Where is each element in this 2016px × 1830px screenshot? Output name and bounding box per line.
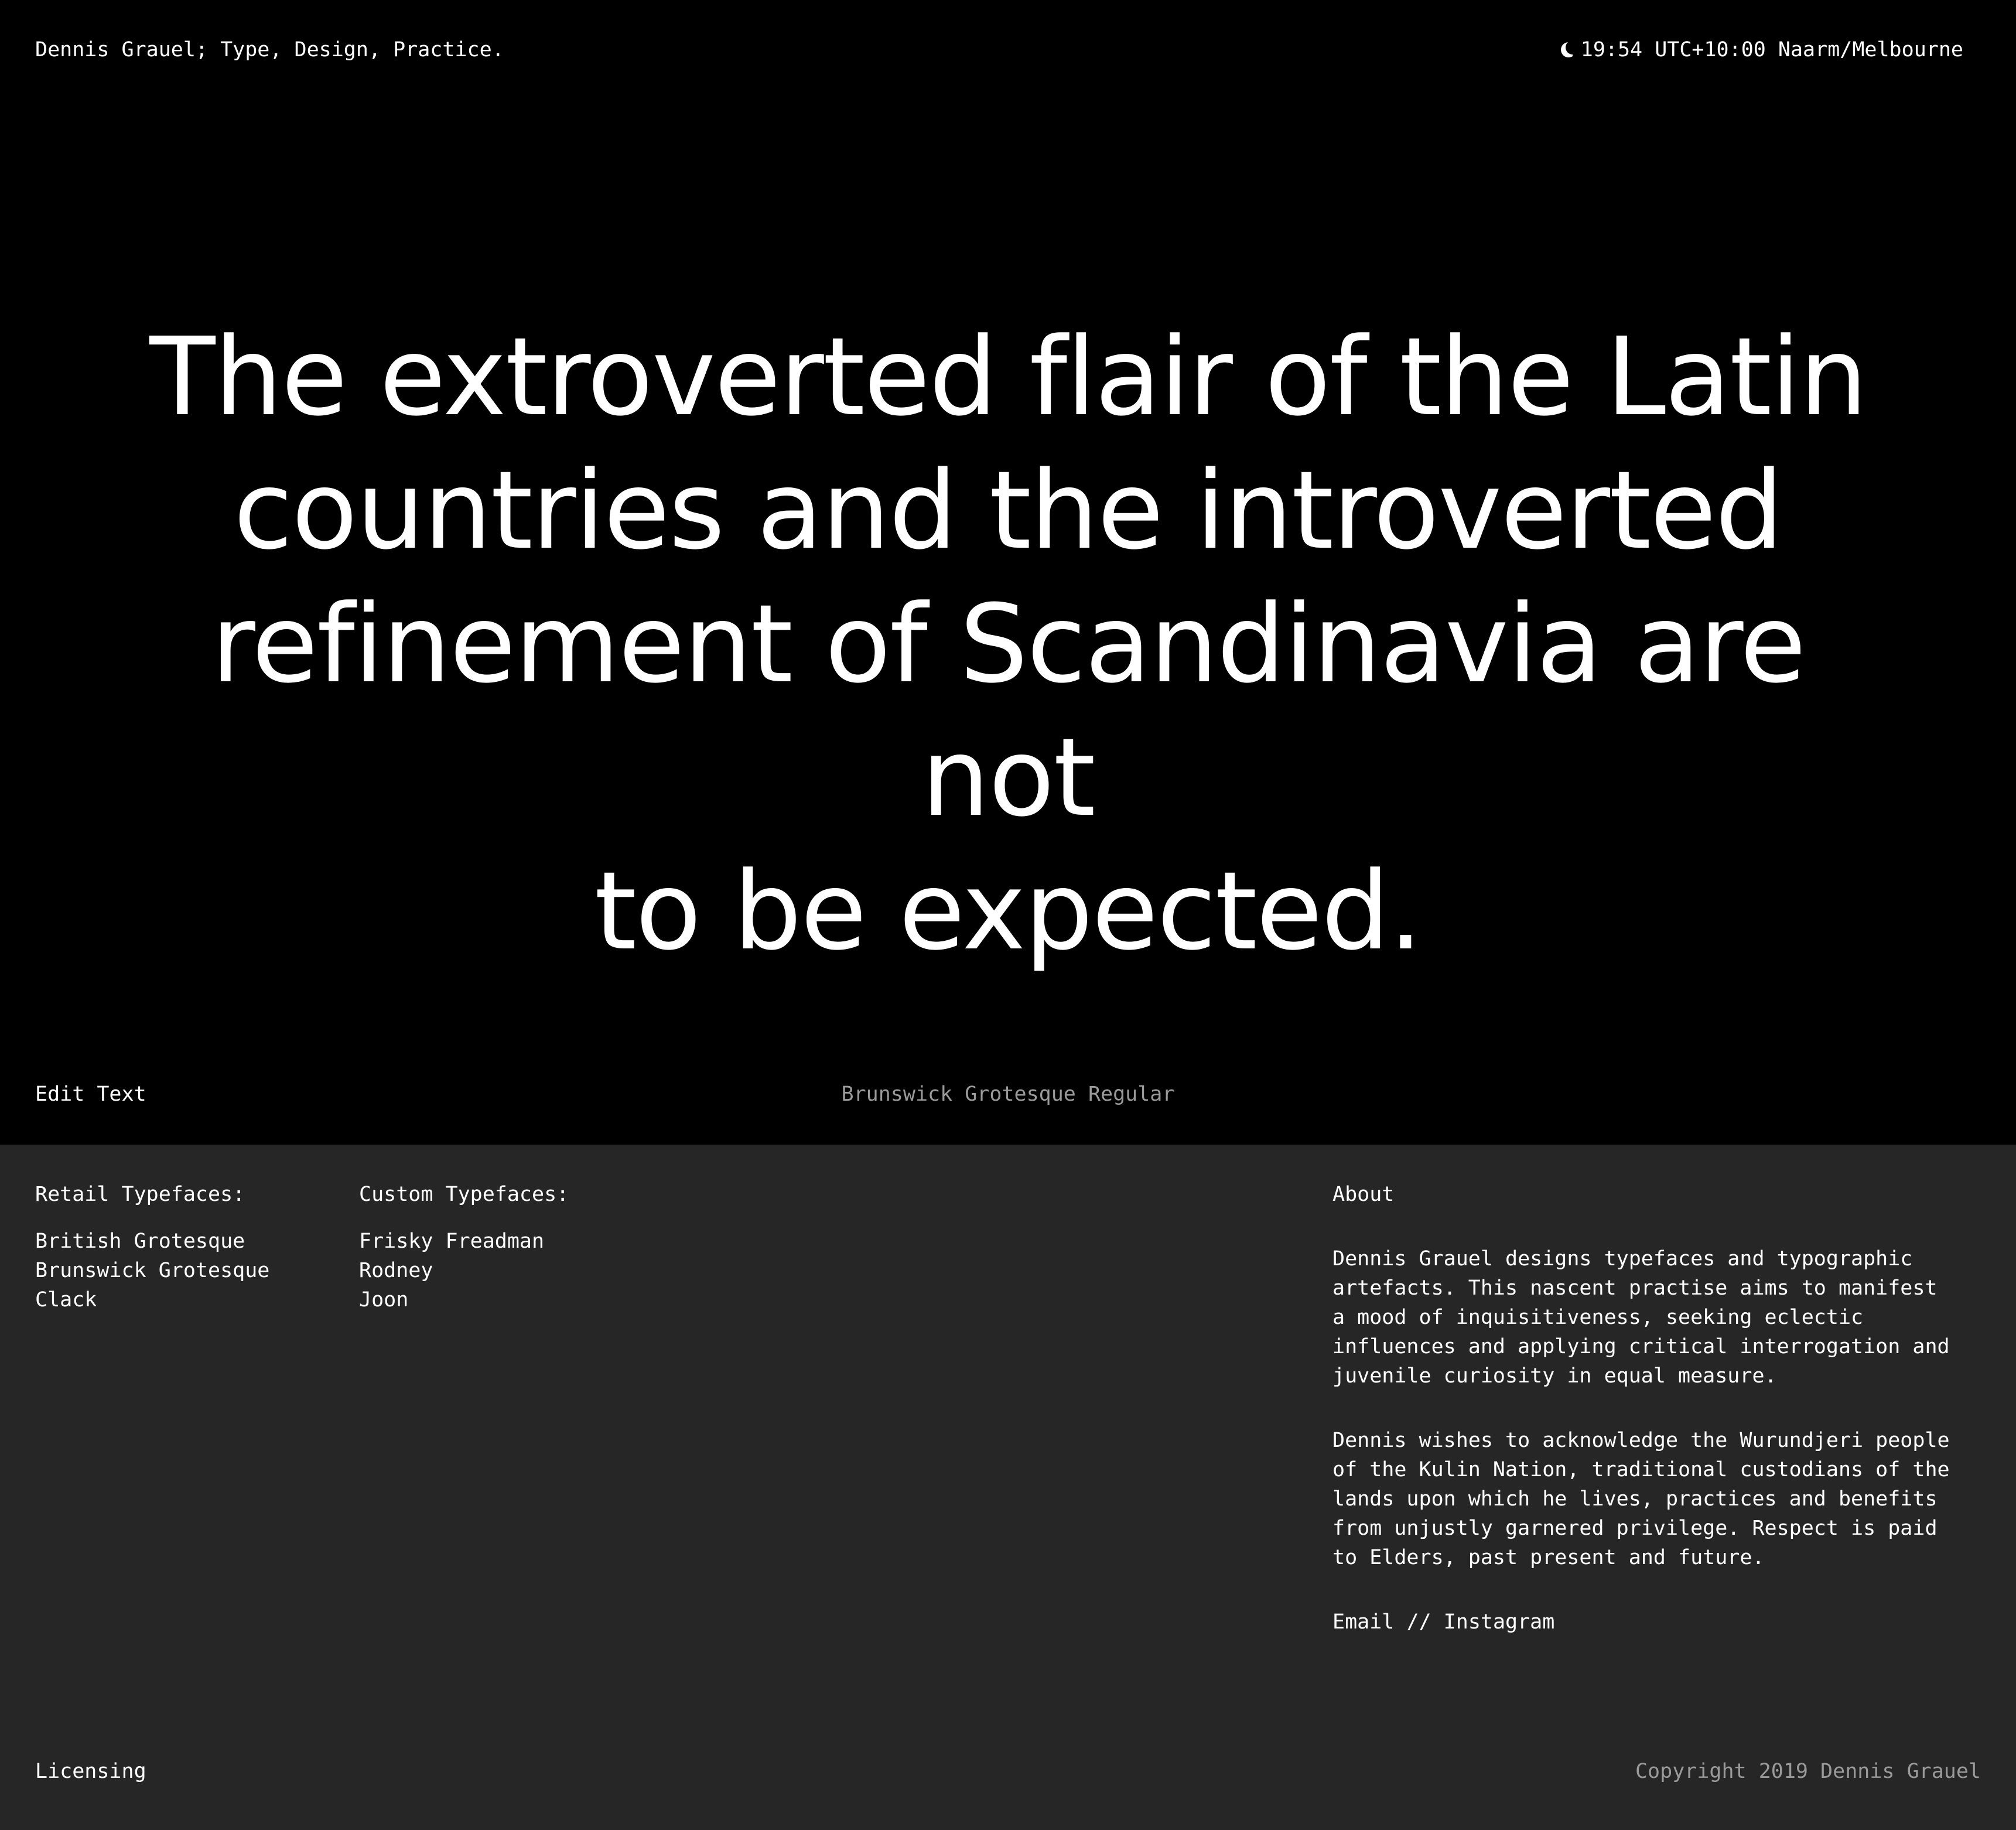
clock-text: 19:54 UTC+10:00 Naarm/Melbourne <box>1580 38 1963 62</box>
footer-section: Retail Typefaces: British Grotesque Brun… <box>0 1145 2016 1830</box>
specimen-line: refinement of Scandinavia are not <box>211 582 1806 841</box>
contact-links: Email // Instagram <box>1332 1607 1971 1637</box>
specimen-line: countries and the introverted <box>233 448 1784 573</box>
retail-typefaces-list: British Grotesque Brunswick Grotesque Cl… <box>35 1227 269 1315</box>
about-heading: About <box>1332 1183 1395 1206</box>
site-title[interactable]: Dennis Grauel; Type, Design, Practice. <box>35 35 504 64</box>
specimen-line: to be expected. <box>594 849 1423 974</box>
custom-typefaces-list: Frisky Freadman Rodney Joon <box>359 1227 569 1315</box>
custom-typefaces-heading: Custom Typefaces: <box>359 1183 569 1206</box>
link-separator: // <box>1406 1610 1431 1634</box>
acknowledgement-paragraph: Dennis wishes to acknowledge the Wurundj… <box>1332 1429 1950 1569</box>
retail-typeface-link[interactable]: Clack <box>35 1285 269 1315</box>
copyright-text: Copyright 2019 Dennis Grauel <box>1635 1760 1981 1783</box>
retail-typeface-link[interactable]: Brunswick Grotesque <box>35 1256 269 1285</box>
moon-icon <box>1560 41 1573 59</box>
specimen-line: The extroverted flair of the Latin <box>149 315 1868 440</box>
custom-typeface-link[interactable]: Rodney <box>359 1256 569 1285</box>
about-paragraph: Dennis Grauel designs typefaces and typo… <box>1332 1247 1950 1388</box>
hero-section: Dennis Grauel; Type, Design, Practice. 1… <box>0 0 2016 1145</box>
email-link[interactable]: Email <box>1332 1610 1394 1634</box>
custom-typeface-link[interactable]: Frisky Freadman <box>359 1227 569 1256</box>
retail-typeface-link[interactable]: British Grotesque <box>35 1227 269 1256</box>
current-font-name: Brunswick Grotesque Regular <box>841 1083 1175 1106</box>
custom-typefaces-column: Custom Typefaces: Frisky Freadman Rodney… <box>359 1180 569 1315</box>
custom-typeface-link[interactable]: Joon <box>359 1285 569 1315</box>
instagram-link[interactable]: Instagram <box>1444 1610 1555 1634</box>
type-specimen-text[interactable]: The extroverted flair of the Latin count… <box>117 310 1899 978</box>
licensing-link[interactable]: Licensing <box>35 1757 146 1786</box>
retail-typefaces-heading: Retail Typefaces: <box>35 1183 245 1206</box>
local-clock: 19:54 UTC+10:00 Naarm/Melbourne <box>1560 35 1963 64</box>
retail-typefaces-column: Retail Typefaces: British Grotesque Brun… <box>35 1180 269 1315</box>
about-column: About Dennis Grauel designs typefaces an… <box>1332 1180 1971 1637</box>
